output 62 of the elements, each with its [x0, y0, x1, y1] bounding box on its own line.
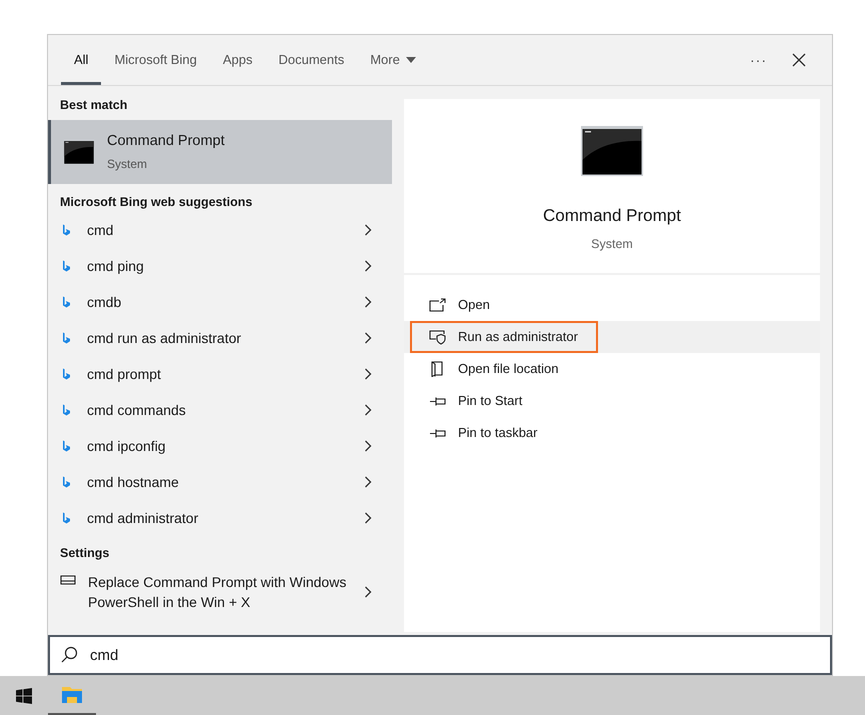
suggestion-item[interactable]: cmd ping: [48, 248, 392, 284]
bing-icon: [62, 260, 71, 272]
settings-item[interactable]: Replace Command Prompt with Windows PowerShell in the Win + X: [48, 567, 392, 617]
suggestion-item[interactable]: cmd run as administrator: [48, 320, 392, 356]
action-item[interactable]: Run as administrator: [410, 321, 598, 353]
filter-tab[interactable]: All: [61, 35, 102, 85]
suggestion-item[interactable]: cmd prompt: [48, 356, 392, 392]
chevron-right-icon: [364, 368, 372, 380]
suggestion-item[interactable]: cmd commands: [48, 392, 392, 428]
chevron-right-icon: [364, 260, 372, 272]
search-icon: [61, 646, 78, 663]
section-heading: Best match: [59, 97, 128, 113]
action-item[interactable]: Open file location: [410, 353, 578, 385]
chevron-right-icon: [364, 476, 372, 488]
filter-tab[interactable]: Apps: [210, 35, 266, 85]
terminal-icon: [63, 139, 95, 165]
bing-icon: [62, 296, 71, 308]
detail-title: Command Prompt: [543, 205, 681, 227]
filter-tab[interactable]: Documents: [265, 35, 358, 85]
terminal-icon: [580, 125, 644, 177]
action-item[interactable]: Pin to Start: [410, 385, 542, 417]
bing-icon: [62, 224, 71, 236]
chevron-right-icon: [364, 224, 372, 236]
suggestion-item[interactable]: cmd administrator: [48, 500, 392, 536]
best-match-item[interactable]: Command Prompt System: [48, 120, 392, 184]
chevron-right-icon: [364, 440, 372, 452]
chevron-right-icon: [364, 404, 372, 416]
filter-tab[interactable]: Microsoft Bing: [101, 35, 210, 85]
pin-icon: [428, 428, 446, 438]
action-item[interactable]: Open: [410, 289, 510, 321]
laptop-icon: [60, 575, 76, 585]
bing-icon: [62, 440, 71, 452]
app-subtitle: System: [107, 156, 148, 174]
section-heading: Microsoft Bing web suggestions: [59, 194, 254, 210]
open-external-icon: [428, 298, 446, 312]
pin-icon: [428, 396, 446, 406]
app-title: Command Prompt: [107, 132, 225, 151]
suggestion-item[interactable]: cmd hostname: [48, 464, 392, 500]
chevron-right-icon: [364, 512, 372, 524]
close-icon: [792, 53, 806, 67]
bing-icon: [62, 476, 71, 488]
section-heading: Settings: [59, 545, 110, 561]
windows-logo-icon: [16, 688, 32, 704]
chevron-right-icon: [364, 332, 372, 344]
suggestion-item[interactable]: cmdb: [48, 284, 392, 320]
action-item[interactable]: Pin to taskbar: [410, 417, 558, 449]
more-options-button[interactable]: ···: [742, 50, 775, 70]
folder-location-icon: [430, 361, 444, 377]
chevron-right-icon: [364, 296, 372, 308]
folder-icon: [61, 686, 83, 704]
filter-tab[interactable]: More: [357, 35, 429, 85]
suggestion-item[interactable]: cmd ipconfig: [48, 428, 392, 464]
bing-icon: [62, 332, 71, 344]
suggestion-item[interactable]: cmd: [48, 212, 392, 248]
bing-icon: [62, 404, 71, 416]
caret-down-icon: [406, 57, 416, 63]
search-field[interactable]: cmd: [48, 635, 832, 675]
shield-icon: [428, 330, 446, 344]
bing-icon: [62, 512, 71, 524]
detail-subtitle: System: [591, 236, 633, 253]
chevron-right-icon: [364, 586, 372, 598]
bing-icon: [62, 368, 71, 380]
